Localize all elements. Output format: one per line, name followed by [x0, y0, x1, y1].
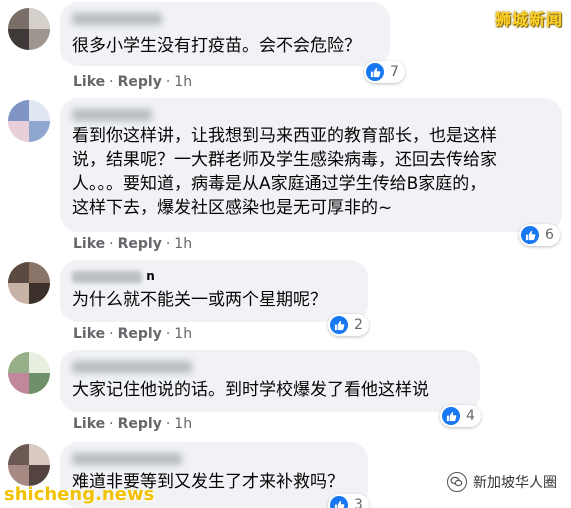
- watermark-account-name: 新加坡华人圈: [473, 475, 557, 491]
- reply-link[interactable]: Reply: [118, 326, 162, 342]
- comment-thread: 很多小学生没有打疫苗。会不会危险？ Like · Reply · 1h 7 看到你这样讲…: [0, 0, 571, 508]
- reaction-number: 6: [545, 227, 554, 243]
- reaction-count[interactable]: 6: [519, 224, 560, 246]
- avatar[interactable]: [8, 352, 50, 394]
- reaction-number: 2: [354, 317, 363, 333]
- comment-actions: Like · Reply · 1h: [73, 74, 192, 90]
- comment-author[interactable]: n: [72, 268, 354, 284]
- thumbs-up-icon: [330, 316, 348, 334]
- comment-text: 大家记住他说的话。到时学校爆发了看他这样说: [72, 380, 429, 400]
- comment-text: 为什么就不能关一或两个星期呢？: [72, 290, 327, 310]
- avatar[interactable]: [8, 8, 50, 50]
- reaction-number: 3: [354, 497, 363, 508]
- author-visible-fragment: n: [146, 269, 155, 283]
- like-link[interactable]: Like: [73, 236, 105, 252]
- reaction-count[interactable]: 2: [328, 314, 369, 336]
- comment-bubble: 看到你这样讲，让我想到马来西亚的教育部长，也是这样 说，结果呢？一大群老师及学生…: [60, 98, 562, 232]
- comment-text: 很多小学生没有打疫苗。会不会危险？: [72, 36, 361, 56]
- thumbs-up-icon: [521, 226, 539, 244]
- watermark-bottom-left: shicheng.news: [4, 484, 155, 505]
- comment-time[interactable]: 1h: [174, 416, 192, 432]
- comment-author[interactable]: [72, 358, 466, 374]
- avatar[interactable]: [8, 100, 50, 142]
- separator: ·: [109, 326, 114, 342]
- comment-time[interactable]: 1h: [174, 326, 192, 342]
- reaction-count[interactable]: 4: [440, 405, 481, 427]
- comment-bubble: 大家记住他说的话。到时学校爆发了看他这样说: [60, 350, 480, 412]
- like-link[interactable]: Like: [73, 74, 105, 90]
- reaction-count[interactable]: 3: [328, 494, 369, 508]
- separator: ·: [165, 416, 171, 432]
- comment-author[interactable]: [72, 10, 376, 26]
- reply-link[interactable]: Reply: [118, 416, 162, 432]
- comment-author[interactable]: [72, 106, 548, 122]
- comment-bubble: n 为什么就不能关一或两个星期呢？: [60, 260, 368, 322]
- comment-text: 看到你这样讲，让我想到马来西亚的教育部长，也是这样 说，结果呢？一大群老师及学生…: [72, 126, 497, 218]
- thumbs-up-icon: [330, 496, 348, 508]
- avatar[interactable]: [8, 444, 50, 486]
- reply-link[interactable]: Reply: [118, 236, 162, 252]
- comment-bubble: 很多小学生没有打疫苗。会不会危险？: [60, 2, 390, 66]
- reply-link[interactable]: Reply: [118, 74, 162, 90]
- reaction-count[interactable]: 7: [364, 61, 405, 83]
- thumbs-up-icon: [366, 63, 384, 81]
- reaction-number: 7: [390, 64, 399, 80]
- comment-time[interactable]: 1h: [174, 74, 192, 90]
- like-link[interactable]: Like: [73, 416, 105, 432]
- watermark-bottom-right: 新加坡华人圈: [447, 472, 557, 492]
- watermark-top-right: 狮城新闻: [494, 10, 563, 29]
- comment-actions: Like · Reply · 1h: [73, 416, 192, 432]
- wechat-icon: [447, 472, 467, 492]
- separator: ·: [109, 236, 114, 252]
- like-link[interactable]: Like: [73, 326, 105, 342]
- comment-time[interactable]: 1h: [174, 236, 192, 252]
- separator: ·: [165, 326, 171, 342]
- comment-actions: Like · Reply · 1h: [73, 326, 192, 342]
- separator: ·: [109, 416, 114, 432]
- comment-actions: Like · Reply · 1h: [73, 236, 192, 252]
- separator: ·: [165, 236, 171, 252]
- separator: ·: [109, 74, 114, 90]
- comment-author[interactable]: [72, 450, 354, 466]
- separator: ·: [165, 74, 171, 90]
- thumbs-up-icon: [442, 407, 460, 425]
- reaction-number: 4: [466, 408, 475, 424]
- avatar[interactable]: [8, 262, 50, 304]
